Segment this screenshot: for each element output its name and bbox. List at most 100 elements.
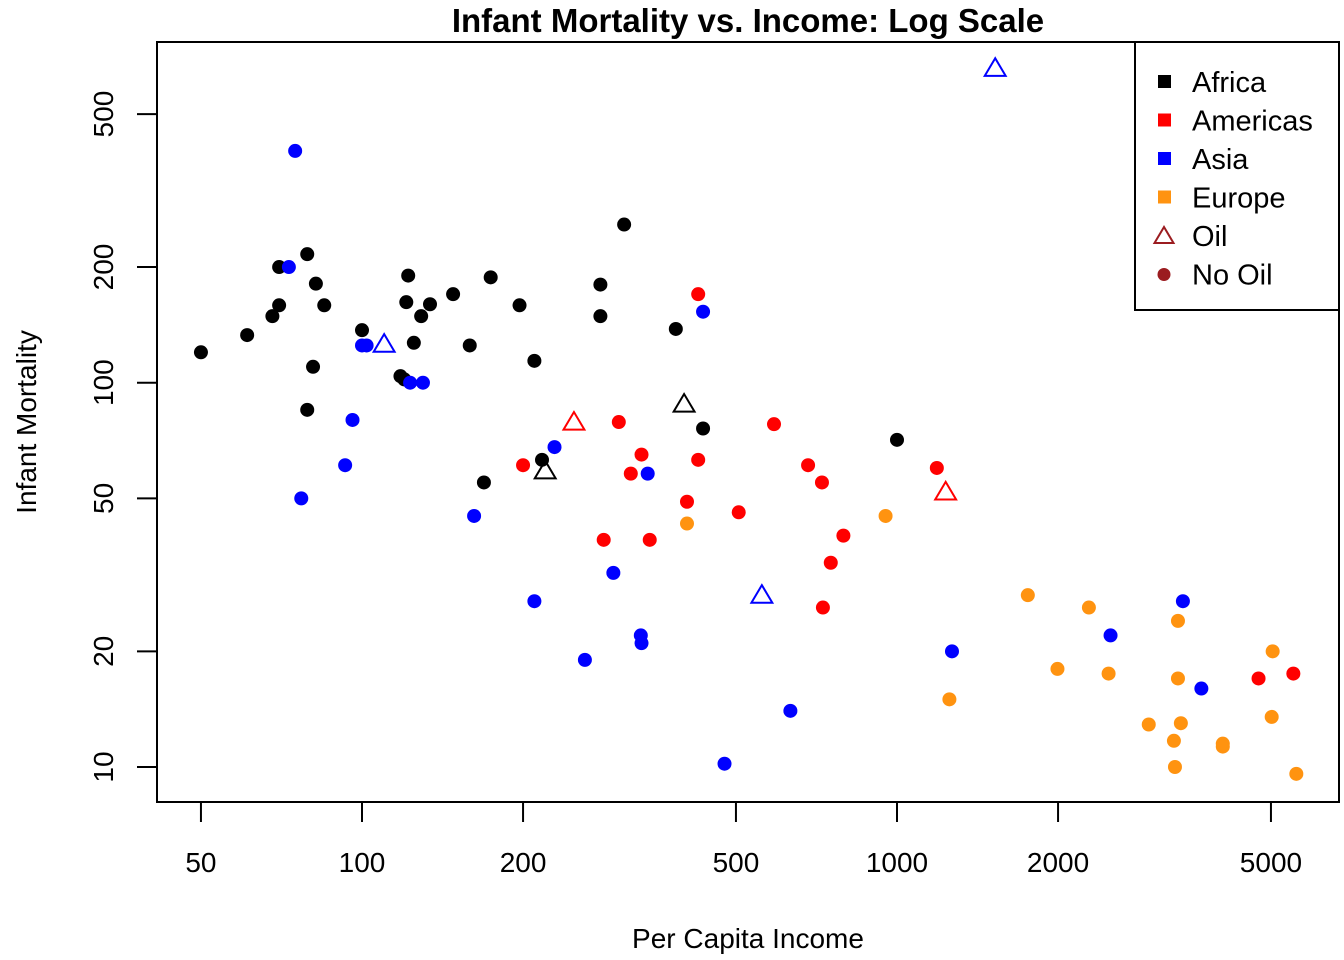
data-point-asia xyxy=(577,652,592,667)
data-point-asia-oil xyxy=(371,332,397,353)
data-point-americas xyxy=(801,458,816,473)
legend-circle-icon xyxy=(1157,268,1171,281)
data-point-europe xyxy=(1141,717,1156,732)
data-point-asia xyxy=(415,375,430,390)
data-point-americas xyxy=(642,532,657,547)
data-point-europe xyxy=(1020,588,1035,603)
data-point-africa xyxy=(890,432,904,447)
x-tick-label: 1000 xyxy=(866,847,928,878)
data-point-africa xyxy=(423,297,438,312)
data-point-asia xyxy=(403,375,418,390)
data-point-americas xyxy=(836,528,851,543)
scatter-chart: Infant Mortality vs. Income: Log Scale 5… xyxy=(11,2,1340,954)
legend-label-asia: Asia xyxy=(1192,144,1249,176)
legend-label-americas: Americas xyxy=(1192,106,1313,138)
data-point-asia xyxy=(696,304,711,319)
data-point-africa xyxy=(462,338,477,353)
data-point-africa xyxy=(512,298,527,313)
data-point-americas xyxy=(731,505,746,520)
data-point-africa xyxy=(193,345,208,360)
x-tick-label: 50 xyxy=(185,847,216,878)
legend: Africa Americas Asia Europe Oil No Oil xyxy=(1134,41,1340,311)
data-point-asia xyxy=(640,466,655,481)
data-point-asia xyxy=(359,338,374,353)
data-point-americas xyxy=(691,452,706,467)
data-point-americas xyxy=(611,415,626,430)
data-point-asia xyxy=(1103,628,1118,643)
data-point-africa xyxy=(272,298,287,313)
data-point-americas-oil xyxy=(933,479,958,501)
data-point-americas xyxy=(679,494,694,509)
legend-label-africa: Africa xyxy=(1192,67,1267,99)
data-point-asia xyxy=(281,260,296,275)
legend-label-oil: Oil xyxy=(1192,221,1227,253)
data-point-africa xyxy=(483,270,498,285)
data-point-africa xyxy=(406,335,421,350)
data-point-africa xyxy=(306,359,321,374)
legend-swatch-africa xyxy=(1158,75,1171,88)
y-tick-label: 500 xyxy=(88,91,119,138)
data-point-africa xyxy=(308,276,323,291)
data-point-asia xyxy=(606,565,621,580)
data-point-asia xyxy=(1194,681,1209,696)
data-point-europe xyxy=(878,508,893,523)
data-point-europe xyxy=(679,516,694,531)
y-tick-label: 10 xyxy=(88,751,119,782)
data-point-europe xyxy=(1166,733,1181,748)
data-point-americas xyxy=(815,600,830,615)
data-point-africa xyxy=(355,323,369,338)
data-point-europe xyxy=(1081,600,1096,615)
y-axis: 10 20 50 100 200 500 xyxy=(88,91,158,783)
data-point-americas xyxy=(929,460,944,475)
data-point-asia xyxy=(338,458,353,473)
data-point-americas xyxy=(596,532,611,547)
data-point-africa xyxy=(617,217,632,232)
data-point-europe xyxy=(1289,766,1304,781)
x-tick-label: 200 xyxy=(500,847,547,878)
data-point-asia-oil xyxy=(749,583,775,604)
data-point-americas xyxy=(823,555,838,570)
data-point-americas xyxy=(767,417,782,432)
legend-swatch-europe xyxy=(1158,190,1171,204)
data-point-africa xyxy=(399,295,414,310)
data-point-americas xyxy=(516,458,531,473)
data-point-asia xyxy=(783,703,798,718)
data-point-africa xyxy=(300,247,315,262)
data-point-europe xyxy=(942,692,957,707)
y-tick-label: 200 xyxy=(88,244,119,291)
data-point-asia xyxy=(944,644,959,659)
data-point-americas xyxy=(1251,671,1266,686)
data-point-africa-oil xyxy=(671,392,697,413)
data-point-europe xyxy=(1265,644,1280,659)
data-point-africa xyxy=(593,277,608,292)
data-point-africa xyxy=(446,287,461,302)
data-point-europe xyxy=(1101,666,1116,681)
data-point-asia xyxy=(345,412,360,427)
legend-label-no-oil: No Oil xyxy=(1192,260,1273,292)
data-point-africa xyxy=(668,321,683,336)
data-point-asia xyxy=(467,508,482,523)
data-point-americas xyxy=(634,447,649,462)
y-axis-label: Infant Mortality xyxy=(11,330,42,514)
data-point-africa xyxy=(476,475,491,490)
data-point-europe xyxy=(1170,613,1185,628)
y-tick-label: 100 xyxy=(88,359,119,406)
data-point-europe xyxy=(1050,661,1065,676)
legend-swatch-asia xyxy=(1158,152,1171,165)
data-point-africa xyxy=(527,353,542,368)
data-point-asia xyxy=(547,440,562,455)
data-point-asia-oil xyxy=(982,56,1008,77)
data-point-asia xyxy=(288,143,303,158)
data-point-africa xyxy=(414,309,429,324)
data-point-asia xyxy=(1175,594,1190,609)
data-point-asia xyxy=(634,636,649,651)
data-point-africa xyxy=(240,328,255,343)
legend-swatch-americas xyxy=(1158,113,1171,127)
data-point-americas xyxy=(1286,666,1301,681)
data-point-europe xyxy=(1173,716,1188,731)
data-point-africa xyxy=(401,268,416,283)
data-point-europe xyxy=(1167,760,1182,774)
data-point-europe xyxy=(1170,671,1185,686)
data-point-europe xyxy=(1264,709,1279,724)
legend-label-europe: Europe xyxy=(1192,183,1286,215)
